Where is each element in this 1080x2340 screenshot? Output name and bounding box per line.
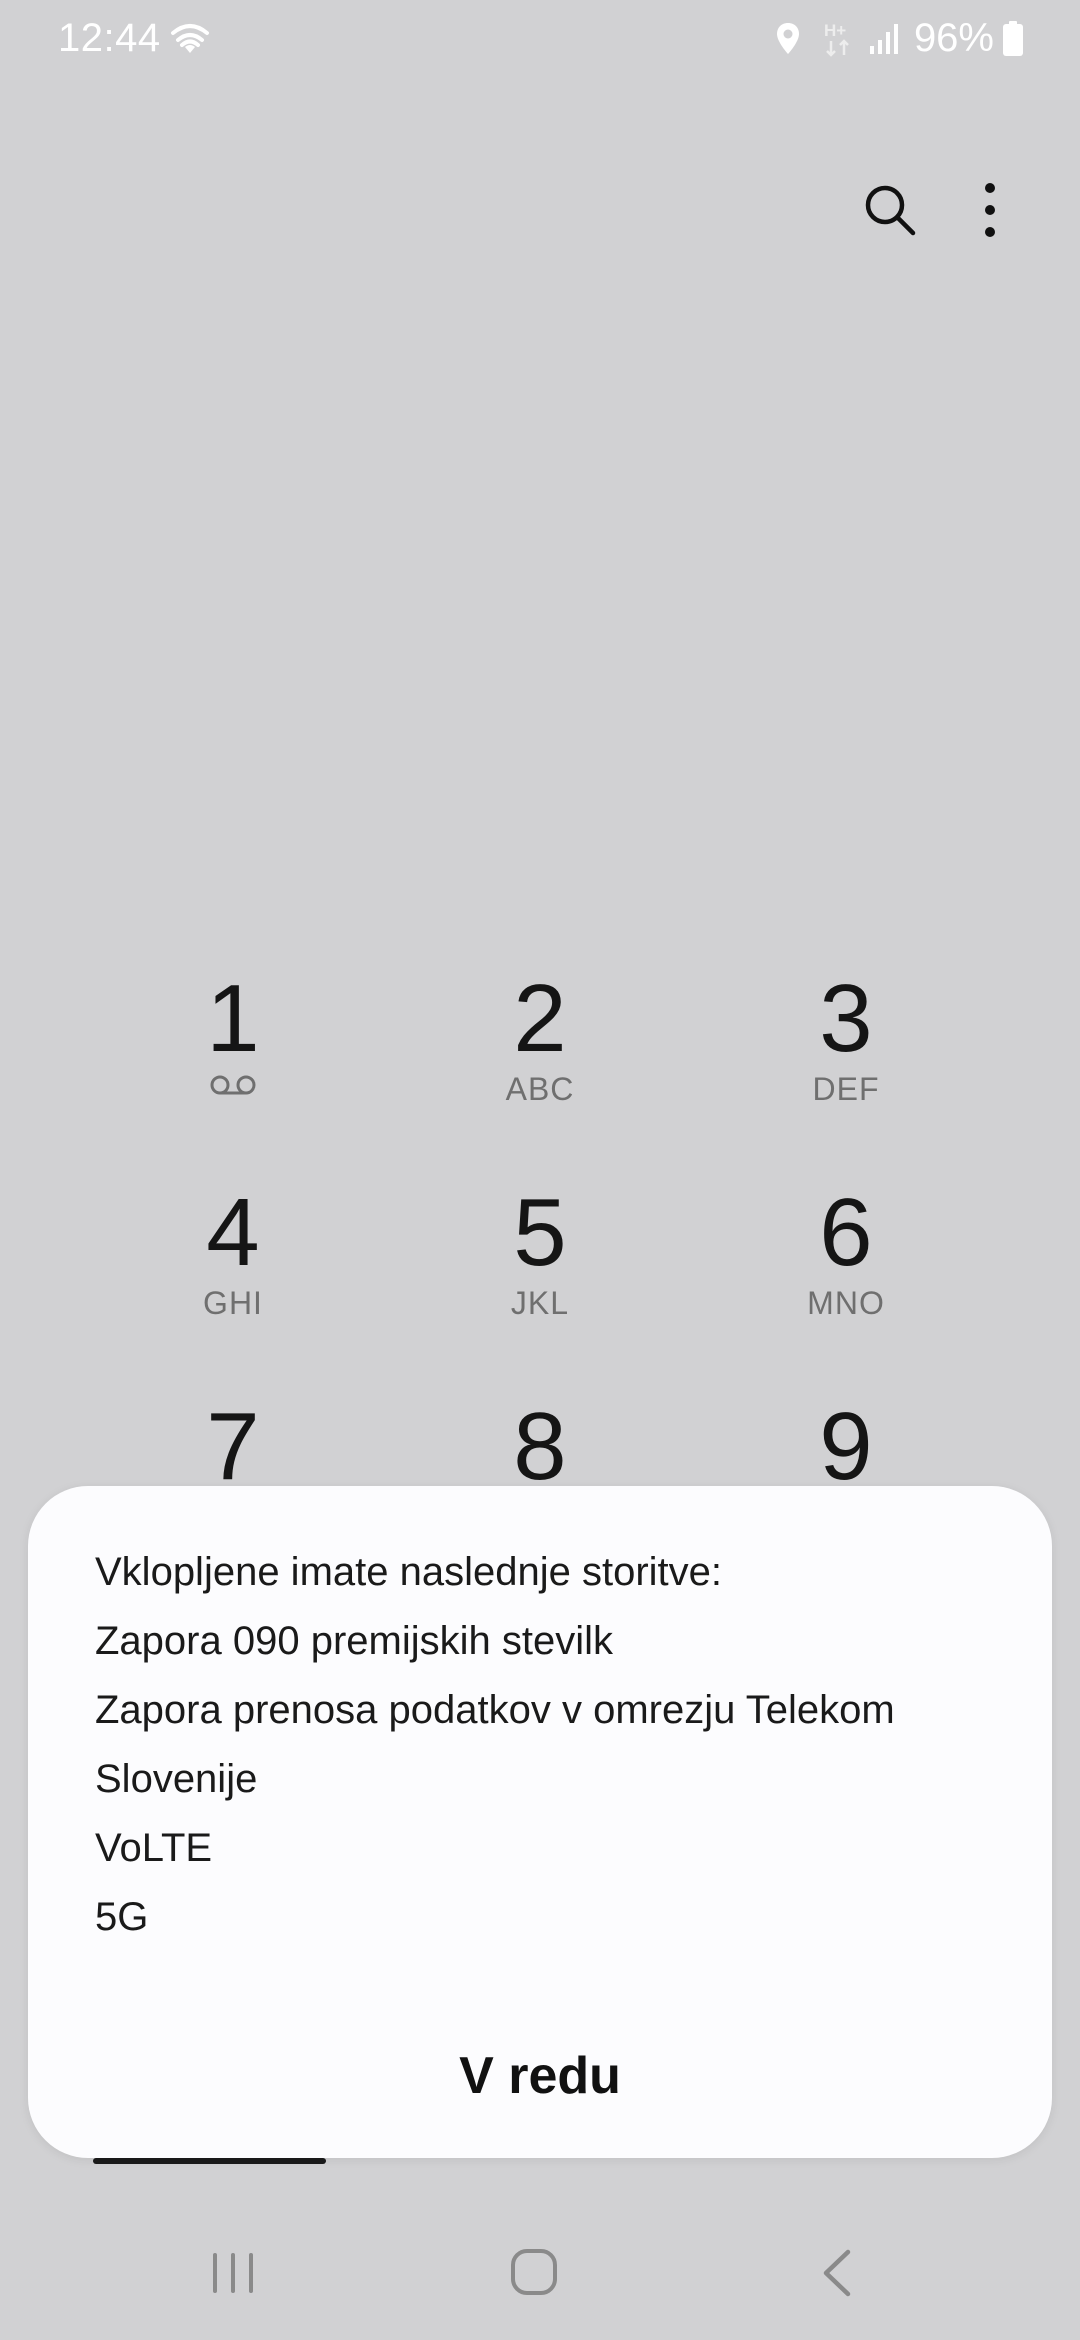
more-options-icon[interactable]: [962, 180, 1018, 240]
battery-percentage: 96%: [913, 16, 994, 60]
status-bar: 12:44 H+ 96%: [0, 0, 1080, 82]
dialog-line: Zapora prenosa podatkov v omrezju Teleko…: [95, 1688, 895, 1732]
key-digit: 2: [513, 965, 567, 1072]
dialog-line: Zapora 090 premijskih stevilk: [95, 1619, 613, 1663]
dialog-line: Vklopljene imate naslednje storitve:: [95, 1550, 723, 1594]
key-letters: DEF: [812, 1071, 880, 1107]
dial-key-6[interactable]: 6 MNO: [726, 1185, 966, 1365]
dialog-message: Vklopljene imate naslednje storitve: Zap…: [95, 1538, 1015, 1952]
key-letters: JKL: [510, 1285, 570, 1321]
dialog-line: VoLTE: [95, 1826, 213, 1870]
dialog-line: Slovenije: [95, 1757, 258, 1801]
key-digit: 5: [513, 1179, 567, 1286]
dial-key-4[interactable]: 4 GHI: [113, 1185, 353, 1365]
key-digit: 4: [206, 1179, 260, 1286]
wifi-icon: [171, 24, 209, 53]
signal-icon: [869, 23, 898, 54]
key-digit: 3: [819, 965, 873, 1072]
battery-icon: [1003, 20, 1023, 56]
key-letters: GHI: [203, 1285, 263, 1321]
key-digit: 1: [206, 965, 260, 1072]
tab-indicator: [93, 2158, 326, 2164]
key-digit: 7: [206, 1393, 260, 1500]
ok-button[interactable]: V redu: [28, 2046, 1052, 2126]
back-icon[interactable]: [820, 2248, 854, 2298]
services-dialog: Vklopljene imate naslednje storitve: Zap…: [28, 1486, 1052, 2158]
dial-key-1[interactable]: 1: [113, 971, 353, 1151]
dial-key-5[interactable]: 5 JKL: [420, 1185, 660, 1365]
key-digit: 6: [819, 1179, 873, 1286]
key-digit: 8: [513, 1393, 567, 1500]
dialog-line: 5G: [95, 1895, 149, 1939]
location-icon: [776, 22, 799, 54]
svg-text:H+: H+: [824, 21, 846, 40]
status-icons: H+ 96%: [774, 16, 1024, 61]
voicemail-icon: [210, 1075, 256, 1095]
key-digit: 9: [819, 1393, 873, 1500]
hplus-data-icon: H+: [824, 21, 849, 57]
home-icon[interactable]: [510, 2248, 558, 2296]
dial-key-2[interactable]: 2 ABC: [420, 971, 660, 1151]
search-icon[interactable]: [860, 180, 920, 240]
dial-key-3[interactable]: 3 DEF: [726, 971, 966, 1151]
key-letters: MNO: [807, 1285, 885, 1321]
recents-icon[interactable]: [210, 2252, 256, 2294]
status-time: 12:44: [58, 16, 161, 60]
key-letters: ABC: [505, 1071, 575, 1107]
